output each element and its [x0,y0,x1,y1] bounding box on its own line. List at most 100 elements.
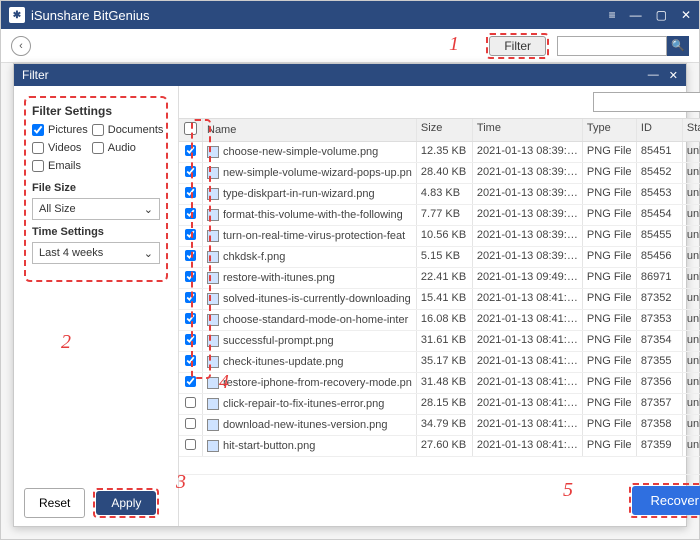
table-row[interactable]: download-new-itunes-version.png34.79 KB2… [179,415,700,436]
row-checkbox[interactable] [185,418,196,429]
table-row[interactable]: restore-with-itunes.png 22.41 KB2021-01-1… [179,268,700,289]
file-type: PNG File [583,394,637,414]
col-status[interactable]: Status [683,119,700,141]
row-checkbox[interactable] [185,271,196,282]
panel-minimize-icon[interactable]: — [648,69,659,82]
time-settings-select[interactable]: Last 4 weeks⌄ [32,242,160,264]
back-button[interactable]: ‹ [11,36,31,56]
file-icon [207,377,219,389]
maximize-icon[interactable]: ▢ [656,8,667,22]
file-icon [207,335,219,347]
search-icon[interactable]: 🔍 [667,36,689,56]
row-checkbox[interactable] [185,250,196,261]
filter-emails[interactable]: Emails [32,160,88,172]
file-id: 87355 [637,352,683,372]
file-id: 85451 [637,142,683,162]
annotation-box-3: Apply [93,488,159,518]
row-checkbox[interactable] [185,334,196,345]
col-id[interactable]: ID [637,119,683,141]
file-status: unknow [683,163,700,183]
file-time: 2021-01-13 08:41:15 [473,373,583,393]
table-rows[interactable]: choose-new-simple-volume.png12.35 KB2021… [179,142,700,474]
row-checkbox[interactable] [185,229,196,240]
panel-title: Filter [22,68,49,82]
table-row[interactable]: format-this-volume-with-the-following7.7… [179,205,700,226]
file-time: 2021-01-13 08:39:26 [473,205,583,225]
search-input[interactable] [557,36,667,56]
file-id: 87356 [637,373,683,393]
file-icon [207,251,219,263]
row-checkbox[interactable] [185,166,196,177]
reset-button[interactable]: Reset [24,488,85,518]
file-type: PNG File [583,373,637,393]
row-checkbox[interactable] [185,397,196,408]
select-all-checkbox[interactable] [184,122,197,135]
file-name: click-repair-to-fix-itunes-error.png [223,398,384,410]
filter-videos[interactable]: Videos [32,142,88,154]
file-icon [207,188,219,200]
col-size[interactable]: Size [417,119,473,141]
row-checkbox[interactable] [185,355,196,366]
checkbox-documents[interactable] [92,124,104,136]
table-row[interactable]: choose-new-simple-volume.png12.35 KB2021… [179,142,700,163]
panel-close-icon[interactable]: ✕ [669,69,678,82]
file-name: restore-with-itunes.png [223,272,335,284]
file-time: 2021-01-13 08:41:15 [473,352,583,372]
file-type: PNG File [583,142,637,162]
file-icon [207,167,219,179]
file-size: 35.17 KB [417,352,473,372]
row-checkbox[interactable] [185,439,196,450]
filter-button[interactable]: Filter [489,36,546,56]
recover-button[interactable]: Recover [632,486,700,515]
row-checkbox[interactable] [185,376,196,387]
file-name: chkdsk-f.png [223,251,285,263]
file-id: 87353 [637,310,683,330]
table-row[interactable]: hit-start-button.png27.60 KB2021-01-13 0… [179,436,700,457]
filter-audio[interactable]: Audio [92,142,164,154]
table-row[interactable]: check-itunes-update.png35.17 KB2021-01-1… [179,352,700,373]
row-checkbox[interactable] [185,208,196,219]
col-time[interactable]: Time [473,119,583,141]
table-row[interactable]: click-repair-to-fix-itunes-error.png28.1… [179,394,700,415]
file-status: unknow [683,184,700,204]
row-checkbox[interactable] [185,292,196,303]
table-row[interactable]: turn-on-real-time-virus-protection-feat1… [179,226,700,247]
file-name: format-this-volume-with-the-following [223,209,403,221]
table-row[interactable]: restore-iphone-from-recovery-mode.pn31.4… [179,373,700,394]
row-checkbox[interactable] [185,187,196,198]
filter-documents[interactable]: Documents [92,124,164,136]
checkbox-pictures[interactable] [32,124,44,136]
table-row[interactable]: chkdsk-f.png5.15 KB2021-01-13 08:39:26PN… [179,247,700,268]
file-icon [207,272,219,284]
minimize-icon[interactable]: — [630,8,642,22]
table-row[interactable]: choose-standard-mode-on-home-inter16.08 … [179,310,700,331]
checkbox-videos[interactable] [32,142,44,154]
file-type: PNG File [583,247,637,267]
table-row[interactable]: successful-prompt.png31.61 KB2021-01-13 … [179,331,700,352]
close-icon[interactable]: ✕ [681,8,691,22]
checkbox-emails[interactable] [32,160,44,172]
file-type: PNG File [583,436,637,456]
file-id: 87352 [637,289,683,309]
file-size-select[interactable]: All Size⌄ [32,198,160,220]
file-status: unknow [683,373,700,393]
filter-pictures[interactable]: Pictures [32,124,88,136]
table-row[interactable]: type-diskpart-in-run-wizard.png4.83 KB20… [179,184,700,205]
menu-icon[interactable]: ≡ [609,8,616,22]
file-size: 15.41 KB [417,289,473,309]
file-size: 28.40 KB [417,163,473,183]
file-icon [207,209,219,221]
checkbox-audio[interactable] [92,142,104,154]
apply-button[interactable]: Apply [96,491,156,515]
annotation-box-2: Filter Settings Pictures Documents Video… [24,96,168,282]
row-checkbox[interactable] [185,145,196,156]
file-time: 2021-01-13 09:49:39 [473,268,583,288]
row-checkbox[interactable] [185,313,196,324]
results-search-input[interactable] [593,92,700,112]
table-row[interactable]: new-simple-volume-wizard-pops-up.pn28.40… [179,163,700,184]
file-size: 22.41 KB [417,268,473,288]
file-type: PNG File [583,415,637,435]
col-name[interactable]: Name [203,119,417,141]
col-type[interactable]: Type [583,119,637,141]
table-row[interactable]: solved-itunes-is-currently-downloading15… [179,289,700,310]
